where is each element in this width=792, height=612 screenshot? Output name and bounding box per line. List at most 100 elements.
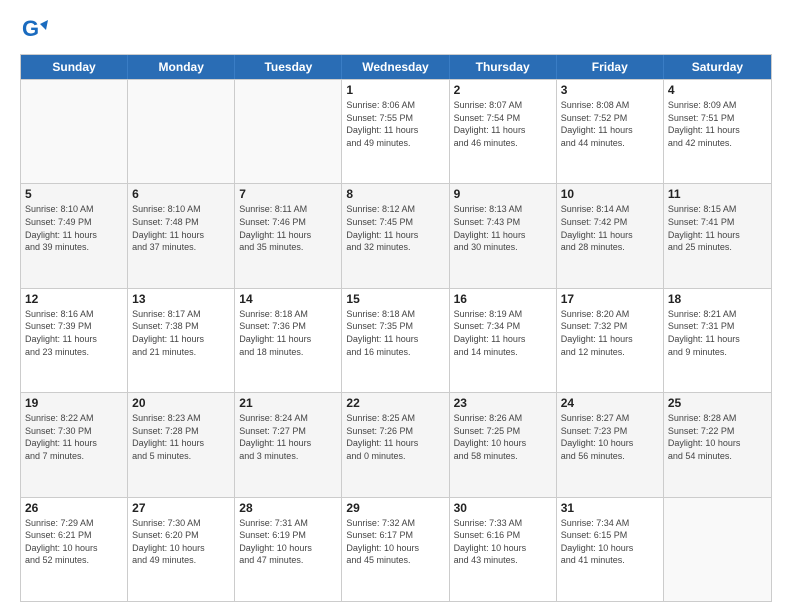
- calendar-page: G SundayMondayTuesdayWednesdayThursdayFr…: [0, 0, 792, 612]
- day-info: Sunrise: 8:10 AM Sunset: 7:48 PM Dayligh…: [132, 203, 230, 253]
- empty-day: [21, 80, 128, 183]
- day-number: 18: [668, 292, 767, 306]
- calendar-day: 23Sunrise: 8:26 AM Sunset: 7:25 PM Dayli…: [450, 393, 557, 496]
- day-info: Sunrise: 8:25 AM Sunset: 7:26 PM Dayligh…: [346, 412, 444, 462]
- day-info: Sunrise: 8:08 AM Sunset: 7:52 PM Dayligh…: [561, 99, 659, 149]
- day-number: 15: [346, 292, 444, 306]
- day-number: 25: [668, 396, 767, 410]
- day-info: Sunrise: 8:21 AM Sunset: 7:31 PM Dayligh…: [668, 308, 767, 358]
- day-info: Sunrise: 8:11 AM Sunset: 7:46 PM Dayligh…: [239, 203, 337, 253]
- logo-icon: G: [20, 16, 48, 44]
- calendar-day: 12Sunrise: 8:16 AM Sunset: 7:39 PM Dayli…: [21, 289, 128, 392]
- day-info: Sunrise: 7:33 AM Sunset: 6:16 PM Dayligh…: [454, 517, 552, 567]
- day-number: 17: [561, 292, 659, 306]
- calendar-day: 29 Sunrise: 7:32 AM Sunset: 6:17 PM Dayli…: [342, 498, 449, 601]
- logo: G: [20, 16, 52, 44]
- day-number: 22: [346, 396, 444, 410]
- header: G: [20, 16, 772, 44]
- calendar-day: 30Sunrise: 7:33 AM Sunset: 6:16 PM Dayli…: [450, 498, 557, 601]
- day-info: Sunrise: 8:14 AM Sunset: 7:42 PM Dayligh…: [561, 203, 659, 253]
- day-number: 21: [239, 396, 337, 410]
- day-info: Sunrise: 8:17 AM Sunset: 7:38 PM Dayligh…: [132, 308, 230, 358]
- calendar-week-row: 1 Sunrise: 8:06 AM Sunset: 7:55 PM Daylig…: [21, 79, 771, 183]
- calendar-week-row: 19 Sunrise: 8:22 AM Sunset: 7:30 PM Dayli…: [21, 392, 771, 496]
- day-number: 31: [561, 501, 659, 515]
- calendar-day: 18 Sunrise: 8:21 AM Sunset: 7:31 PM Dayli…: [664, 289, 771, 392]
- calendar-day: 2 Sunrise: 8:07 AM Sunset: 7:54 PM Daylig…: [450, 80, 557, 183]
- day-info: Sunrise: 8:13 AM Sunset: 7:43 PM Dayligh…: [454, 203, 552, 253]
- calendar-day: 3 Sunrise: 8:08 AM Sunset: 7:52 PM Daylig…: [557, 80, 664, 183]
- day-number: 19: [25, 396, 123, 410]
- calendar-day: 22 Sunrise: 8:25 AM Sunset: 7:26 PM Dayli…: [342, 393, 449, 496]
- day-number: 20: [132, 396, 230, 410]
- day-info: Sunrise: 8:22 AM Sunset: 7:30 PM Dayligh…: [25, 412, 123, 462]
- day-info: Sunrise: 8:26 AM Sunset: 7:25 PM Dayligh…: [454, 412, 552, 462]
- day-number: 3: [561, 83, 659, 97]
- day-number: 14: [239, 292, 337, 306]
- day-number: 12: [25, 292, 123, 306]
- calendar: SundayMondayTuesdayWednesdayThursdayFrid…: [20, 54, 772, 602]
- day-info: Sunrise: 7:34 AM Sunset: 6:15 PM Dayligh…: [561, 517, 659, 567]
- day-info: Sunrise: 8:20 AM Sunset: 7:32 PM Dayligh…: [561, 308, 659, 358]
- day-number: 5: [25, 187, 123, 201]
- calendar-week-row: 26Sunrise: 7:29 AM Sunset: 6:21 PM Dayli…: [21, 497, 771, 601]
- day-number: 13: [132, 292, 230, 306]
- weekday-header: Tuesday: [235, 55, 342, 79]
- weekday-header: Friday: [557, 55, 664, 79]
- calendar-day: 17 Sunrise: 8:20 AM Sunset: 7:32 PM Dayli…: [557, 289, 664, 392]
- day-info: Sunrise: 8:18 AM Sunset: 7:36 PM Dayligh…: [239, 308, 337, 358]
- calendar-header: SundayMondayTuesdayWednesdayThursdayFrid…: [21, 55, 771, 79]
- day-number: 1: [346, 83, 444, 97]
- day-number: 11: [668, 187, 767, 201]
- calendar-week-row: 5Sunrise: 8:10 AM Sunset: 7:49 PM Daylig…: [21, 183, 771, 287]
- day-info: Sunrise: 8:18 AM Sunset: 7:35 PM Dayligh…: [346, 308, 444, 358]
- day-info: Sunrise: 8:23 AM Sunset: 7:28 PM Dayligh…: [132, 412, 230, 462]
- calendar-day: 25 Sunrise: 8:28 AM Sunset: 7:22 PM Dayli…: [664, 393, 771, 496]
- calendar-day: 8Sunrise: 8:12 AM Sunset: 7:45 PM Daylig…: [342, 184, 449, 287]
- calendar-day: 24 Sunrise: 8:27 AM Sunset: 7:23 PM Dayli…: [557, 393, 664, 496]
- day-number: 4: [668, 83, 767, 97]
- calendar-day: 14 Sunrise: 8:18 AM Sunset: 7:36 PM Dayli…: [235, 289, 342, 392]
- day-info: Sunrise: 7:29 AM Sunset: 6:21 PM Dayligh…: [25, 517, 123, 567]
- calendar-day: 26Sunrise: 7:29 AM Sunset: 6:21 PM Dayli…: [21, 498, 128, 601]
- calendar-day: 4Sunrise: 8:09 AM Sunset: 7:51 PM Daylig…: [664, 80, 771, 183]
- empty-day: [235, 80, 342, 183]
- calendar-day: 13 Sunrise: 8:17 AM Sunset: 7:38 PM Dayli…: [128, 289, 235, 392]
- day-info: Sunrise: 7:31 AM Sunset: 6:19 PM Dayligh…: [239, 517, 337, 567]
- calendar-day: 21 Sunrise: 8:24 AM Sunset: 7:27 PM Dayli…: [235, 393, 342, 496]
- day-info: Sunrise: 8:12 AM Sunset: 7:45 PM Dayligh…: [346, 203, 444, 253]
- weekday-header: Thursday: [450, 55, 557, 79]
- calendar-day: 10Sunrise: 8:14 AM Sunset: 7:42 PM Dayli…: [557, 184, 664, 287]
- day-info: Sunrise: 8:24 AM Sunset: 7:27 PM Dayligh…: [239, 412, 337, 462]
- day-info: Sunrise: 7:32 AM Sunset: 6:17 PM Dayligh…: [346, 517, 444, 567]
- day-number: 29: [346, 501, 444, 515]
- calendar-day: 19 Sunrise: 8:22 AM Sunset: 7:30 PM Dayli…: [21, 393, 128, 496]
- day-number: 28: [239, 501, 337, 515]
- empty-day: [128, 80, 235, 183]
- weekday-header: Monday: [128, 55, 235, 79]
- calendar-day: 16 Sunrise: 8:19 AM Sunset: 7:34 PM Dayli…: [450, 289, 557, 392]
- day-info: Sunrise: 8:15 AM Sunset: 7:41 PM Dayligh…: [668, 203, 767, 253]
- calendar-day: 1 Sunrise: 8:06 AM Sunset: 7:55 PM Daylig…: [342, 80, 449, 183]
- day-number: 27: [132, 501, 230, 515]
- day-info: Sunrise: 8:19 AM Sunset: 7:34 PM Dayligh…: [454, 308, 552, 358]
- day-info: Sunrise: 8:28 AM Sunset: 7:22 PM Dayligh…: [668, 412, 767, 462]
- day-info: Sunrise: 7:30 AM Sunset: 6:20 PM Dayligh…: [132, 517, 230, 567]
- day-number: 9: [454, 187, 552, 201]
- calendar-day: 6 Sunrise: 8:10 AM Sunset: 7:48 PM Daylig…: [128, 184, 235, 287]
- day-info: Sunrise: 8:07 AM Sunset: 7:54 PM Dayligh…: [454, 99, 552, 149]
- day-number: 16: [454, 292, 552, 306]
- day-number: 6: [132, 187, 230, 201]
- weekday-header: Saturday: [664, 55, 771, 79]
- calendar-day: 7Sunrise: 8:11 AM Sunset: 7:46 PM Daylig…: [235, 184, 342, 287]
- day-number: 2: [454, 83, 552, 97]
- calendar-day: 15 Sunrise: 8:18 AM Sunset: 7:35 PM Dayli…: [342, 289, 449, 392]
- calendar-day: 5Sunrise: 8:10 AM Sunset: 7:49 PM Daylig…: [21, 184, 128, 287]
- calendar-day: 11 Sunrise: 8:15 AM Sunset: 7:41 PM Dayli…: [664, 184, 771, 287]
- day-info: Sunrise: 8:06 AM Sunset: 7:55 PM Dayligh…: [346, 99, 444, 149]
- day-number: 24: [561, 396, 659, 410]
- day-info: Sunrise: 8:27 AM Sunset: 7:23 PM Dayligh…: [561, 412, 659, 462]
- empty-day: [664, 498, 771, 601]
- weekday-header: Sunday: [21, 55, 128, 79]
- calendar-week-row: 12Sunrise: 8:16 AM Sunset: 7:39 PM Dayli…: [21, 288, 771, 392]
